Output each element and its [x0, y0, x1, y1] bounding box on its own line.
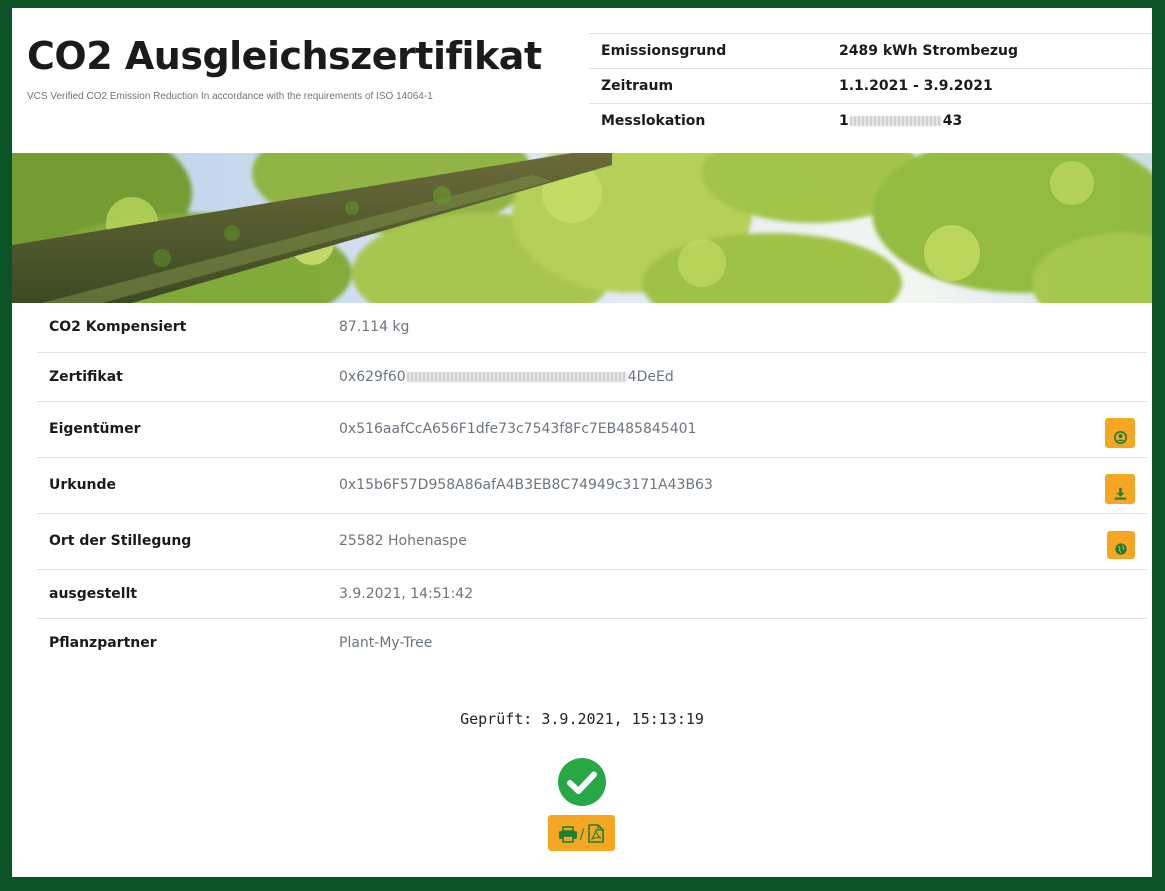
- redacted-blur: [849, 116, 942, 126]
- detail-value-certificate: 0x629f60 4DeEd: [327, 352, 1083, 402]
- meta-row-period: Zeitraum 1.1.2021 - 3.9.2021: [589, 68, 1152, 104]
- meta-value: 2489 kWh Strombezug: [827, 33, 1152, 69]
- meta-row-emission: Emissionsgrund 2489 kWh Strombezug: [589, 33, 1152, 69]
- user-circle-icon: [1113, 430, 1127, 444]
- page-subtitle: VCS Verified CO2 Emission Reduction In a…: [27, 91, 433, 102]
- print-pdf-glyphs: /: [559, 824, 604, 843]
- page-title: CO2 Ausgleichszertifikat: [27, 34, 542, 78]
- detail-row-place: Ort der Stillegung 25582 Hohenaspe: [37, 513, 1147, 570]
- meta-value: 1.1.2021 - 3.9.2021: [827, 68, 1152, 104]
- detail-label: ausgestellt: [37, 569, 327, 619]
- pdf-icon: [588, 824, 604, 843]
- detail-row-partner: Pflanzpartner Plant-My-Tree: [37, 618, 1147, 667]
- detail-value: 87.114 kg: [327, 303, 1083, 353]
- detail-label: Pflanzpartner: [49, 634, 157, 651]
- detail-value: 3.9.2021, 14:51:42: [327, 569, 1083, 619]
- meta-label: Messlokation: [589, 103, 827, 138]
- certificate-header: CO2 Ausgleichszertifikat VCS Verified CO…: [12, 8, 1152, 153]
- detail-label: Urkunde: [37, 457, 327, 514]
- detail-label: CO2 Kompensiert: [37, 303, 327, 353]
- show-location-button[interactable]: [1107, 531, 1135, 559]
- download-deed-button[interactable]: [1105, 474, 1135, 504]
- detail-row-certificate: Zertifikat 0x629f60 4DeEd: [37, 352, 1147, 402]
- detail-label: Ort der Stillegung: [37, 513, 327, 570]
- detail-value: 25582 Hohenaspe: [327, 513, 1083, 570]
- meta-row-location: Messlokation 1 43: [589, 103, 1152, 138]
- certificate-details-table: CO2 Kompensiert 87.114 kg Zertifikat 0x6…: [37, 303, 1147, 667]
- download-icon: [1114, 487, 1126, 500]
- forest-canopy-illustration: [12, 153, 1152, 303]
- meta-value-location: 1 43: [827, 103, 1152, 138]
- location-prefix: 1: [839, 113, 849, 129]
- globe-icon: [1115, 543, 1127, 555]
- redacted-blur: [406, 371, 627, 382]
- check-circle-icon: [558, 758, 606, 806]
- detail-row-deed: Urkunde 0x15b6F57D958A86afA4B3EB8C74949c…: [37, 457, 1147, 514]
- detail-label: Eigentümer: [37, 401, 327, 458]
- detail-row-owner: Eigentümer 0x516aafCcA656F1dfe73c7543f8F…: [37, 401, 1147, 458]
- detail-value: 0x516aafCcA656F1dfe73c7543f8Fc7EB4858454…: [327, 401, 1083, 458]
- detail-value: 0x15b6F57D958A86afA4B3EB8C74949c3171A43B…: [327, 457, 1083, 514]
- verification-timestamp: Geprüft: 3.9.2021, 15:13:19: [460, 710, 704, 728]
- detail-value: Plant-My-Tree: [339, 634, 433, 651]
- detail-label: Zertifikat: [37, 352, 327, 402]
- detail-row-issued: ausgestellt 3.9.2021, 14:51:42: [37, 569, 1147, 619]
- meta-label: Emissionsgrund: [589, 33, 827, 69]
- separator-glyph: /: [580, 827, 585, 843]
- cert-suffix: 4DeEd: [627, 368, 674, 385]
- meta-label: Zeitraum: [589, 68, 827, 104]
- location-suffix: 43: [942, 113, 963, 129]
- emission-meta-table: Emissionsgrund 2489 kWh Strombezug Zeitr…: [589, 33, 1152, 138]
- cert-prefix: 0x629f60: [339, 368, 406, 385]
- forest-banner-image: [12, 153, 1152, 303]
- print-pdf-button[interactable]: /: [548, 815, 615, 851]
- detail-row-co2: CO2 Kompensiert 87.114 kg: [37, 303, 1147, 353]
- owner-profile-button[interactable]: [1105, 418, 1135, 448]
- certificate-card: CO2 Ausgleichszertifikat VCS Verified CO…: [12, 8, 1152, 877]
- print-icon: [559, 826, 577, 843]
